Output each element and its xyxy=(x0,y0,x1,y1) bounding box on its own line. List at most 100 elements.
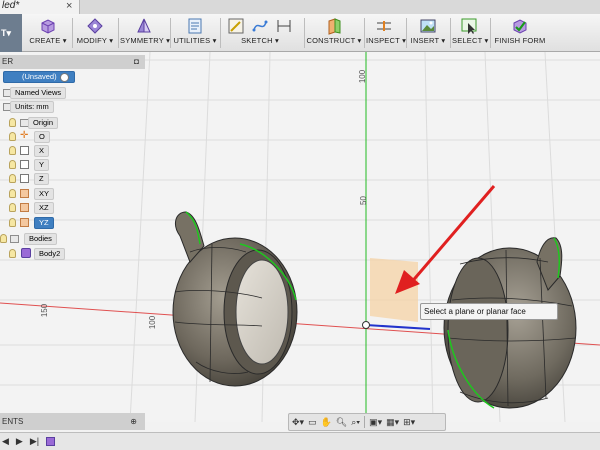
browser-title: ER xyxy=(2,57,14,66)
origin-point-icon: ✛ xyxy=(20,130,29,141)
radio-active-icon[interactable] xyxy=(60,73,69,82)
workspace-switcher[interactable]: T▾ xyxy=(0,14,22,52)
pin-icon[interactable]: ◘ xyxy=(134,55,139,69)
y-label: Y xyxy=(39,160,45,169)
plane-icon xyxy=(20,203,29,212)
comments-panel[interactable]: ENTS ⊕ xyxy=(0,413,145,430)
browser-header: ER ◘ xyxy=(0,55,145,69)
x-label: X xyxy=(39,146,45,155)
origin-point[interactable] xyxy=(362,321,370,329)
create-sketch-icon xyxy=(228,18,244,34)
finish-form-label: FINISH FORM xyxy=(494,36,546,45)
tree-item-y[interactable]: Y xyxy=(34,159,50,171)
orbit-icon[interactable]: ✥▾ xyxy=(292,417,304,428)
tree-item-z[interactable]: Z xyxy=(34,173,49,185)
tree-item-xz[interactable]: XZ xyxy=(34,202,54,214)
ruler-label-50: 50 xyxy=(358,196,368,205)
create-box-icon xyxy=(41,19,55,34)
inspect-menu[interactable]: INSPECT ▾ xyxy=(366,14,406,52)
finish-form-button[interactable]: FINISH FORM xyxy=(494,14,546,52)
body-icon xyxy=(21,248,31,258)
select-menu[interactable]: SELECT ▾ xyxy=(452,14,488,52)
grid-settings-icon[interactable]: ▦▾ xyxy=(386,417,399,428)
inspect-label: INSPECT xyxy=(366,36,400,45)
close-tab-icon[interactable]: × xyxy=(66,0,72,12)
visibility-bulb-icon[interactable] xyxy=(9,218,16,227)
finish-form-icon xyxy=(513,19,527,34)
ruler-label-100-top: 100 xyxy=(358,69,368,84)
visibility-bulb-icon[interactable] xyxy=(9,189,16,198)
utilities-menu[interactable]: UTILITIES ▾ xyxy=(172,14,218,52)
tree-item-yz[interactable]: YZ xyxy=(34,217,54,229)
symmetry-icon xyxy=(137,18,151,33)
selection-tooltip: Select a plane or planar face xyxy=(420,303,558,320)
symmetry-label: SYMMETRY xyxy=(120,36,164,45)
go-to-end-icon[interactable]: ▶| xyxy=(30,436,39,447)
play-icon[interactable]: ▶ xyxy=(16,436,23,447)
xz-label: XZ xyxy=(39,203,49,212)
pan-icon[interactable]: ✋ xyxy=(321,417,332,428)
browser-panel: ER ◘ (Unsaved) Named Views Units: mm Ori… xyxy=(0,52,145,264)
navbar-divider xyxy=(364,416,366,428)
document-tab[interactable]: led* × xyxy=(0,0,80,14)
named-views-label: Named Views xyxy=(15,88,62,97)
comments-toggle-icon[interactable]: ⊕ xyxy=(130,413,137,430)
visibility-bulb-icon[interactable] xyxy=(9,160,16,169)
create-menu[interactable]: CREATE ▾ xyxy=(28,14,68,52)
sketch-curve-icon xyxy=(252,20,268,32)
select-label: SELECT xyxy=(452,36,483,45)
insert-menu[interactable]: INSERT ▾ xyxy=(408,14,448,52)
insert-label: INSERT xyxy=(410,36,440,45)
timeline-feature-icon[interactable] xyxy=(46,437,56,446)
visibility-bulb-icon[interactable] xyxy=(9,249,16,258)
navigation-bar: ✥▾ ▭ ✋ 🔍︎ ⌕▾ ▣▾ ▦▾ ⊞▾ xyxy=(288,413,446,431)
visibility-bulb-icon[interactable] xyxy=(0,234,7,243)
look-at-icon[interactable]: ▭ xyxy=(308,417,317,428)
inspect-measure-icon xyxy=(377,21,391,31)
o-label: O xyxy=(39,132,45,141)
root-label: (Unsaved) xyxy=(22,72,57,81)
visibility-bulb-icon[interactable] xyxy=(9,132,16,141)
bodies-label: Bodies xyxy=(29,234,52,243)
tree-item-named-views[interactable]: Named Views xyxy=(10,87,67,99)
display-settings-icon[interactable]: ▣▾ xyxy=(369,417,382,428)
sketch-dimension-icon xyxy=(277,20,291,32)
visibility-bulb-icon[interactable] xyxy=(9,118,16,127)
construct-label: CONSTRUCT xyxy=(306,36,356,45)
yz-plane-preview xyxy=(370,258,418,322)
sketch-menu[interactable]: SKETCH ▾ xyxy=(222,14,298,52)
z-label: Z xyxy=(39,174,44,183)
tree-item-o[interactable]: O xyxy=(34,131,50,143)
visibility-bulb-icon[interactable] xyxy=(9,174,16,183)
utilities-icon xyxy=(188,18,202,34)
construct-plane-icon xyxy=(328,18,341,35)
axis-icon xyxy=(20,174,29,183)
tree-item-x[interactable]: X xyxy=(34,145,50,157)
ruler-label-150: 150 xyxy=(40,303,50,318)
zoom-window-icon[interactable]: ⌕▾ xyxy=(351,417,360,428)
tree-item-units[interactable]: Units: mm xyxy=(10,101,54,113)
sketch-label: SKETCH xyxy=(241,36,273,45)
axis-icon xyxy=(20,160,29,169)
viewports-icon[interactable]: ⊞▾ xyxy=(403,417,415,428)
tree-item-bodies[interactable]: Bodies xyxy=(24,233,57,245)
tree-item-xy[interactable]: XY xyxy=(34,188,55,200)
toolbar: T▾ CREATE ▾ MODIFY ▾ SYMMETRY ▾ UTILITIE… xyxy=(0,14,600,52)
title-strip: led* × xyxy=(0,0,600,14)
step-back-icon[interactable]: ◀ xyxy=(2,436,9,447)
utilities-label: UTILITIES xyxy=(173,36,211,45)
symmetry-menu[interactable]: SYMMETRY ▾ xyxy=(120,14,170,52)
zoom-icon[interactable]: 🔍︎ xyxy=(336,417,347,428)
modify-menu[interactable]: MODIFY ▾ xyxy=(74,14,116,52)
right-body[interactable] xyxy=(443,237,577,409)
construct-menu[interactable]: CONSTRUCT ▾ xyxy=(306,14,362,52)
visibility-bulb-icon[interactable] xyxy=(9,146,16,155)
tree-item-body2[interactable]: Body2 xyxy=(34,248,66,260)
yz-label: YZ xyxy=(39,218,49,227)
visibility-bulb-icon[interactable] xyxy=(9,203,16,212)
xy-label: XY xyxy=(39,189,50,198)
modify-icon xyxy=(87,18,103,34)
comments-label: ENTS xyxy=(2,417,24,426)
tree-item-origin[interactable]: Origin xyxy=(28,117,59,129)
axis-icon xyxy=(20,146,29,155)
